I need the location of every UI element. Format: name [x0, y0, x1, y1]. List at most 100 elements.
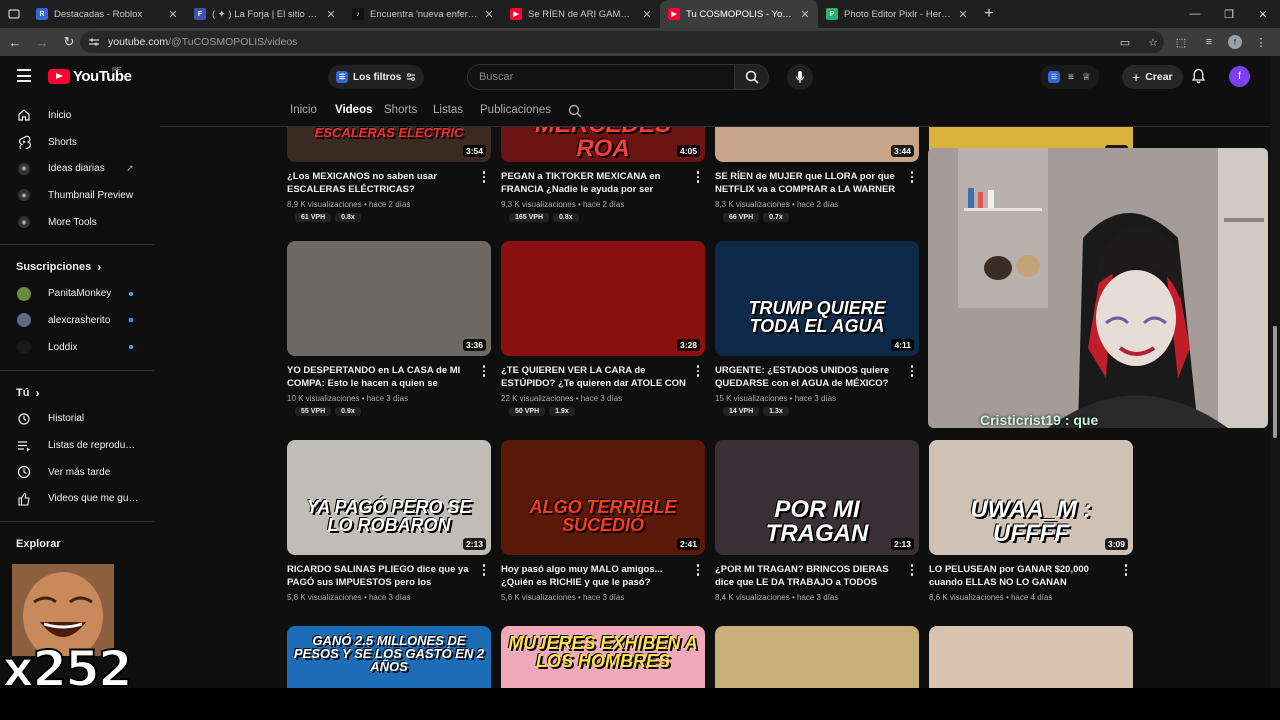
- tab-close-icon[interactable]: ✕: [168, 8, 178, 21]
- sidebar-item[interactable]: ◉ Thumbnail Preview: [0, 182, 154, 209]
- browser-tab[interactable]: ▶ Tu COSMOPOLIS - YouTube ✕: [660, 0, 818, 28]
- video-card[interactable]: [929, 626, 1133, 688]
- video-thumbnail[interactable]: 3:36: [287, 241, 491, 356]
- video-thumbnail[interactable]: ALGO TERRIBLE SUCEDIÓ 2:41: [501, 440, 705, 555]
- video-card[interactable]: POR MI TRAGAN 2:13 ¿POR MI TRAGAN? BRINCOS…: [715, 440, 919, 602]
- more-actions-icon[interactable]: [907, 564, 917, 576]
- browser-profile-avatar[interactable]: f: [1228, 35, 1242, 49]
- tab-shorts[interactable]: Shorts: [384, 104, 417, 116]
- video-title[interactable]: YO DESPERTANDO en LA CASA de MI COMPA: E…: [287, 364, 491, 390]
- tab-close-icon[interactable]: ✕: [484, 8, 494, 21]
- video-title[interactable]: LO PELUSEAN por GANAR $20,000 cuando ELL…: [929, 563, 1133, 589]
- sidebar-item[interactable]: Videos que me gustan: [0, 486, 154, 513]
- sidebar-item[interactable]: Shorts: [0, 129, 154, 156]
- sidebar-item[interactable]: Ver más tarde: [0, 459, 154, 486]
- more-actions-icon[interactable]: [479, 365, 489, 377]
- video-card[interactable]: ALGO TERRIBLE SUCEDIÓ 2:41 Hoy pasó algo m…: [501, 440, 705, 602]
- video-thumbnail[interactable]: [929, 626, 1133, 688]
- video-title[interactable]: ¿POR MI TRAGAN? BRINCOS DIERAS dice que …: [715, 563, 919, 589]
- maximize-button[interactable]: ❐: [1212, 0, 1246, 28]
- video-title[interactable]: ¿TE QUIEREN VER LA CARA de ESTÚPIDO? ¿Te…: [501, 364, 705, 390]
- site-info-icon[interactable]: [88, 37, 100, 47]
- tab-videos[interactable]: Videos: [335, 104, 373, 116]
- video-title[interactable]: SE RÍEN de MUJER que LLORA por que NETFL…: [715, 170, 919, 196]
- browser-menu-icon[interactable]: ⋮: [1252, 32, 1270, 52]
- sidebar-item[interactable]: ◉ Ideas diarias ↗: [0, 155, 154, 182]
- media-controls-icon[interactable]: ≡: [1200, 32, 1218, 52]
- extension-icon[interactable]: ☰: [1048, 71, 1060, 83]
- video-title[interactable]: Hoy pasó algo muy MALO amigos... ¿Quién …: [501, 563, 705, 589]
- video-card[interactable]: [715, 626, 919, 688]
- tab-search-button[interactable]: [0, 0, 28, 28]
- more-actions-icon[interactable]: [907, 365, 917, 377]
- more-actions-icon[interactable]: [479, 564, 489, 576]
- notifications-button[interactable]: [1191, 68, 1206, 84]
- more-actions-icon[interactable]: [693, 564, 703, 576]
- minimize-button[interactable]: —: [1178, 0, 1212, 28]
- video-thumbnail[interactable]: GANÓ 2.5 MILLONES DE PESOS Y SE LOS GAST…: [287, 626, 491, 688]
- video-title[interactable]: ¿Los MEXICANOS no saben usar ESCALERAS E…: [287, 170, 491, 196]
- video-thumbnail[interactable]: 3:44: [715, 127, 919, 162]
- close-window-button[interactable]: ✕: [1246, 0, 1280, 28]
- subscription-item[interactable]: Loddix: [0, 334, 154, 361]
- channel-search-icon[interactable]: [568, 104, 582, 118]
- more-actions-icon[interactable]: [907, 171, 917, 183]
- video-card[interactable]: uwaa_m : UFFFF 3:09 LO PELUSEAN por GANAR …: [929, 440, 1133, 602]
- cast-icon[interactable]: ▭: [1116, 32, 1134, 52]
- forward-button[interactable]: →: [30, 30, 54, 54]
- tab-listas[interactable]: Listas: [433, 104, 463, 116]
- tab-close-icon[interactable]: ✕: [958, 8, 968, 21]
- video-card[interactable]: 3:44 SE RÍEN de MUJER que LLORA por que N…: [715, 127, 919, 222]
- back-button[interactable]: ←: [3, 30, 27, 54]
- more-actions-icon[interactable]: [693, 171, 703, 183]
- more-actions-icon[interactable]: [693, 365, 703, 377]
- tab-close-icon[interactable]: ✕: [642, 8, 652, 21]
- video-card[interactable]: TRUMP QUIERE TODA EL AGUA 4:11 URGENTE: ¿E…: [715, 241, 919, 416]
- video-thumbnail[interactable]: TRUMP QUIERE TODA EL AGUA 4:11: [715, 241, 919, 356]
- video-thumbnail[interactable]: MUJERES EXHIBEN A LOS HOMBRES: [501, 626, 705, 688]
- more-actions-icon[interactable]: [479, 171, 489, 183]
- video-title[interactable]: RICARDO SALINAS PLIEGO dice que ya PAGÓ …: [287, 563, 491, 589]
- filters-extension-button[interactable]: ☰ Los filtros: [328, 65, 425, 89]
- subscriptions-header[interactable]: Suscripciones ›: [0, 254, 154, 280]
- browser-tab[interactable]: R Destacadas - Roblox ✕: [28, 0, 186, 28]
- video-title[interactable]: URGENTE: ¿ESTADOS UNIDOS quiere QUEDARSE…: [715, 364, 919, 390]
- new-tab-button[interactable]: +: [976, 0, 1002, 28]
- browser-tab[interactable]: F ( ✦ ) La Forja | El sitio web oficial ✕: [186, 0, 344, 28]
- bookmark-star-icon[interactable]: ☆: [1144, 32, 1162, 52]
- account-avatar[interactable]: f: [1229, 66, 1250, 87]
- tab-close-icon[interactable]: ✕: [326, 8, 336, 21]
- video-thumbnail[interactable]: [715, 626, 919, 688]
- subscription-item[interactable]: alexcrasherito: [0, 307, 154, 334]
- create-button[interactable]: + Crear: [1122, 65, 1183, 89]
- page-scrollbar[interactable]: [1270, 56, 1280, 688]
- video-card[interactable]: YA PAGÓ PERO SE LO ROBARON 2:13 RICARDO SA…: [287, 440, 491, 602]
- video-thumbnail[interactable]: MERCEDES ROA 4:05: [501, 127, 705, 162]
- browser-tab[interactable]: P Photo Editor Pixlr - Herramienta ✕: [818, 0, 976, 28]
- video-card[interactable]: GANÓ 2.5 MILLONES DE PESOS Y SE LOS GAST…: [287, 626, 491, 688]
- video-card[interactable]: EL ENGAÑO DE MÉXICO ESCALERAS ELÉCTRIC 3:…: [287, 127, 491, 222]
- reload-button[interactable]: ↻: [57, 30, 81, 54]
- address-bar[interactable]: youtube.com/@TuCOSMOPOLIS/videos: [80, 31, 1164, 53]
- video-thumbnail[interactable]: 3:28: [501, 241, 705, 356]
- video-thumbnail[interactable]: EL ENGAÑO DE MÉXICO ESCALERAS ELÉCTRIC 3:…: [287, 127, 491, 162]
- video-thumbnail[interactable]: POR MI TRAGAN 2:13: [715, 440, 919, 555]
- sidebar-item[interactable]: ◉ More Tools: [0, 209, 154, 236]
- video-card[interactable]: MERCEDES ROA 4:05 PEGAN a TIKTOKER MEXICAN…: [501, 127, 705, 222]
- tab-publicaciones[interactable]: Publicaciones: [480, 104, 551, 116]
- tab-close-icon[interactable]: ✕: [800, 8, 810, 21]
- browser-tab[interactable]: ▶ Se RÍEN de ARI GAMEPLAYS po ✕: [502, 0, 660, 28]
- sidebar-item[interactable]: Listas de reproducción: [0, 432, 154, 459]
- extensions-icon[interactable]: ⬚: [1172, 32, 1190, 52]
- sidebar-item[interactable]: Historial: [0, 406, 154, 433]
- sidebar-item[interactable]: Inicio: [0, 102, 154, 129]
- video-thumbnail[interactable]: YA PAGÓ PERO SE LO ROBARON 2:13: [287, 440, 491, 555]
- more-actions-icon[interactable]: [1121, 564, 1131, 576]
- tab-inicio[interactable]: Inicio: [290, 104, 317, 116]
- scrollbar-thumb[interactable]: [1273, 326, 1277, 438]
- subscription-item[interactable]: PanitaMonkey: [0, 280, 154, 307]
- search-button[interactable]: [735, 64, 769, 90]
- video-card[interactable]: 3:28 ¿TE QUIEREN VER LA CARA de ESTÚPIDO?…: [501, 241, 705, 416]
- guide-menu-icon[interactable]: [17, 69, 31, 86]
- browser-tab[interactable]: ♪ Encuentra 'nueva enfermedad' ✕: [344, 0, 502, 28]
